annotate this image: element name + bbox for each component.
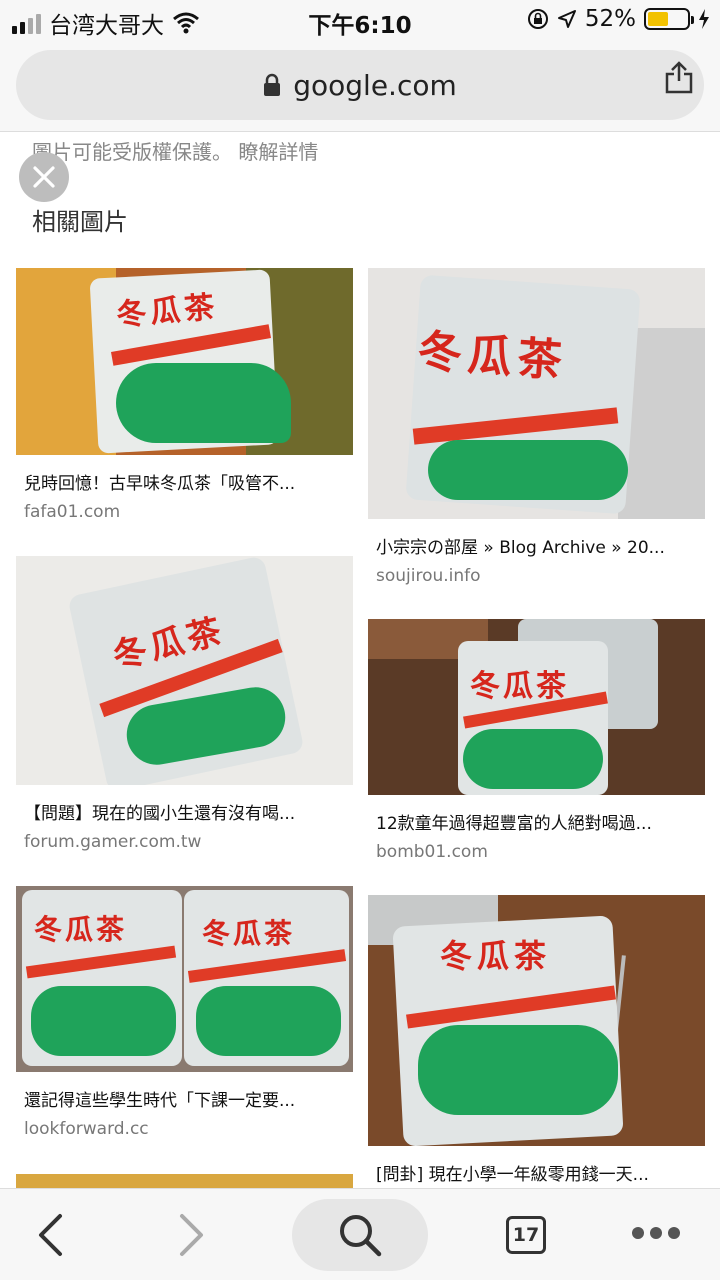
browser-screen: 台湾大哥大 下午6:10 52% google.com 圖片可能受版權保護。 瞭… — [0, 0, 720, 1280]
more-options-icon[interactable] — [632, 1227, 680, 1239]
chevron-left-icon — [39, 1214, 62, 1256]
result-card[interactable]: 冬瓜茶 [問卦] 現在小學一年級零用錢一天... — [368, 895, 705, 1185]
result-thumbnail[interactable]: 冬瓜茶 冬瓜茶 — [16, 886, 353, 1072]
result-thumbnail[interactable] — [16, 1174, 353, 1188]
copyright-notice[interactable]: 圖片可能受版權保護。 瞭解詳情 — [32, 136, 318, 165]
result-card[interactable]: 冬瓜茶 冬瓜茶 還記得這些學生時代「下課一定要... lookforward.c… — [16, 886, 353, 1139]
related-images-heading: 相關圖片 — [32, 208, 128, 236]
thumbnail-product-text: 冬瓜茶 — [470, 669, 569, 704]
result-title[interactable]: 【問題】現在的國小生還有沒有喝... — [16, 799, 353, 824]
thumbnail-product-text: 冬瓜茶 — [114, 289, 220, 334]
close-button[interactable] — [19, 152, 69, 202]
result-domain: soujirou.info — [376, 566, 481, 586]
battery-percent: 52% — [584, 6, 636, 32]
address-bar[interactable]: google.com — [16, 50, 704, 120]
charging-icon — [699, 9, 709, 29]
location-icon — [557, 10, 576, 28]
search-icon — [340, 1215, 382, 1257]
thumbnail-product-text: 冬瓜茶 — [440, 937, 552, 975]
result-card[interactable]: 冬瓜茶 小宗宗の部屋 » Blog Archive » 20... soujir… — [368, 268, 705, 586]
result-title[interactable]: 還記得這些學生時代「下課一定要... — [16, 1086, 353, 1111]
back-button[interactable] — [30, 1189, 70, 1280]
page-content: 圖片可能受版權保護。 瞭解詳情 相關圖片 冬瓜茶 兒時回憶！古早味冬瓜茶「吸管不… — [0, 132, 720, 1188]
result-card[interactable]: 冬瓜茶 【問題】現在的國小生還有沒有喝... forum.gamer.com.t… — [16, 556, 353, 852]
rotation-lock-icon — [527, 9, 548, 29]
result-thumbnail[interactable]: 冬瓜茶 — [368, 619, 705, 795]
result-thumbnail[interactable]: 冬瓜茶 — [16, 556, 353, 785]
thumbnail-product-text: 冬瓜茶 — [202, 917, 296, 950]
thumbnail-product-text: 冬瓜茶 — [34, 913, 128, 946]
result-card[interactable]: 冬瓜茶 兒時回憶！古早味冬瓜茶「吸管不... fafa01.com — [16, 268, 353, 522]
result-title[interactable]: 小宗宗の部屋 » Blog Archive » 20... — [368, 533, 705, 558]
chevron-right-icon — [180, 1214, 203, 1256]
close-icon — [33, 166, 55, 188]
result-domain: forum.gamer.com.tw — [24, 832, 202, 852]
forward-button[interactable] — [172, 1189, 212, 1280]
result-domain: fafa01.com — [24, 502, 121, 522]
address-bar-area: google.com — [0, 40, 720, 132]
battery-icon — [644, 8, 694, 30]
status-right: 52% — [527, 6, 710, 32]
result-title[interactable]: [問卦] 現在小學一年級零用錢一天... — [368, 1160, 705, 1185]
bottom-toolbar: 17 — [0, 1188, 720, 1280]
result-title[interactable]: 12款童年過得超豐富的人絕對喝過... — [368, 809, 705, 834]
result-thumbnail[interactable]: 冬瓜茶 — [368, 895, 705, 1146]
url-domain: google.com — [293, 68, 457, 102]
result-card-partial[interactable] — [16, 1174, 353, 1188]
result-thumbnail[interactable]: 冬瓜茶 — [368, 268, 705, 519]
result-card[interactable]: 冬瓜茶 12款童年過得超豐富的人絕對喝過... bomb01.com — [368, 619, 705, 862]
result-domain: bomb01.com — [376, 842, 488, 862]
thumbnail-product-text: 冬瓜茶 — [416, 325, 570, 388]
result-domain: lookforward.cc — [24, 1119, 149, 1139]
search-button[interactable] — [292, 1199, 428, 1271]
lock-icon — [264, 73, 281, 96]
status-bar: 台湾大哥大 下午6:10 52% — [0, 0, 720, 40]
result-title[interactable]: 兒時回憶！古早味冬瓜茶「吸管不... — [16, 469, 353, 494]
share-icon[interactable] — [664, 60, 694, 94]
tabs-button[interactable]: 17 — [506, 1216, 546, 1254]
result-thumbnail[interactable]: 冬瓜茶 — [16, 268, 353, 455]
